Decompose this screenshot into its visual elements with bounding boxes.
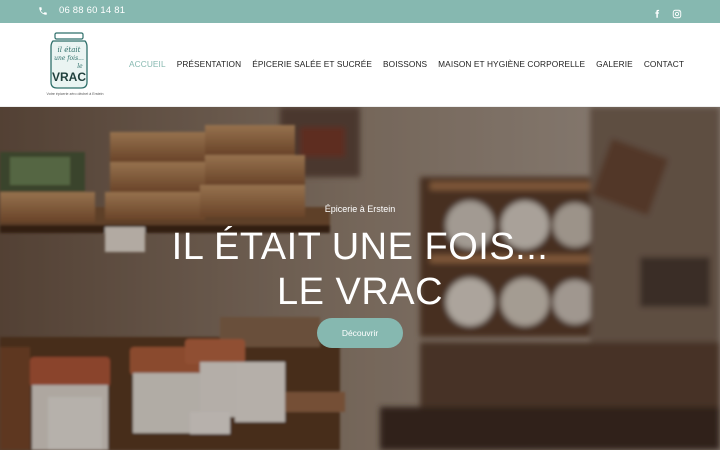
hero-title-line1: IL ÉTAIT UNE FOIS... bbox=[171, 226, 549, 268]
main-nav: ACCUEIL PRÉSENTATION ÉPICERIE SALÉE ET S… bbox=[129, 59, 684, 69]
site-logo[interactable]: il était une fois... le VRAC Votre épice… bbox=[38, 32, 112, 96]
hero-title: IL ÉTAIT UNE FOIS... LE VRAC bbox=[0, 225, 720, 315]
hero-section: Épicerie à Erstein IL ÉTAIT UNE FOIS... … bbox=[0, 107, 720, 450]
site-header: il était une fois... le VRAC Votre épice… bbox=[0, 23, 720, 107]
nav-maison-hygiene[interactable]: MAISON ET HYGIÈNE CORPORELLE bbox=[438, 59, 585, 69]
instagram-icon[interactable] bbox=[672, 6, 682, 19]
logo-line4: VRAC bbox=[52, 70, 86, 84]
nav-epicerie[interactable]: ÉPICERIE SALÉE ET SUCRÉE bbox=[252, 59, 372, 69]
discover-button[interactable]: Découvrir bbox=[317, 318, 403, 348]
top-bar: 06 88 60 14 81 bbox=[0, 0, 720, 23]
nav-galerie[interactable]: GALERIE bbox=[596, 59, 633, 69]
hero-title-line2: LE VRAC bbox=[276, 271, 444, 313]
logo-line2: une fois... bbox=[54, 55, 84, 62]
logo-tagline: Votre épicerie zéro déchet à Erstein bbox=[47, 92, 104, 96]
nav-contact[interactable]: CONTACT bbox=[644, 59, 684, 69]
social-links bbox=[652, 6, 682, 19]
phone-link[interactable]: 06 88 60 14 81 bbox=[38, 5, 125, 16]
phone-number: 06 88 60 14 81 bbox=[59, 5, 126, 16]
facebook-icon[interactable] bbox=[652, 6, 662, 18]
nav-boissons[interactable]: BOISSONS bbox=[383, 59, 427, 69]
logo-line3: le bbox=[77, 63, 83, 70]
phone-icon bbox=[39, 6, 47, 15]
hero-subtitle: Épicerie à Erstein bbox=[324, 204, 396, 214]
nav-presentation[interactable]: PRÉSENTATION bbox=[177, 59, 242, 69]
nav-accueil[interactable]: ACCUEIL bbox=[129, 59, 166, 69]
logo-line1: il était bbox=[58, 46, 81, 54]
